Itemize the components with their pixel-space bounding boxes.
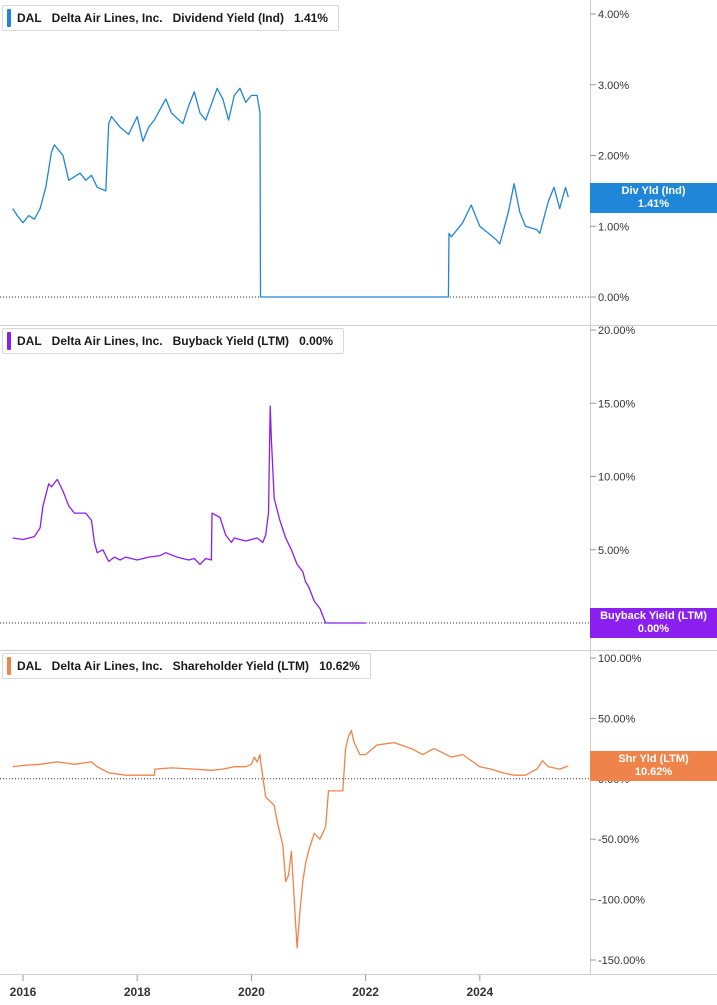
buyback-series-line [12,405,366,624]
x-tick-label: 2016 [10,985,37,999]
y-tick-label: -50.00% [598,834,639,846]
buyback-tag: Buyback Yield (LTM) 0.00% [590,608,717,638]
shareholder-company: Delta Air Lines, Inc. [51,659,163,673]
y-tick-label: 50.00% [598,713,636,725]
x-tick-label: 2020 [238,985,265,999]
shareholder-legend: DAL Delta Air Lines, Inc. Shareholder Yi… [2,653,371,679]
buyback-ticker: DAL [17,334,42,348]
y-tick-label: 3.00% [598,80,629,92]
y-tick-label: 5.00% [598,545,629,557]
y-tick-label: 15.00% [598,398,636,410]
shareholder-ticker: DAL [17,659,42,673]
buyback-legend: DAL Delta Air Lines, Inc. Buyback Yield … [2,328,345,354]
y-tick-label: 20.00% [598,325,636,337]
shareholder-color-swatch [7,657,11,675]
dividend-tag: Div Yld (Ind) 1.41% [590,183,717,213]
buyback-value: 0.00% [299,334,334,348]
y-tick-label: -150.00% [598,955,645,967]
y-tick-label: 0.00% [598,292,629,304]
buyback-color-swatch [7,332,11,350]
buyback-metric: Buyback Yield (LTM) [172,334,290,348]
dividend-tag-value: 1.41% [637,198,670,210]
shareholder-tag-label: Shr Yld (LTM) [618,753,689,765]
y-tick-label: 100.00% [598,653,642,665]
buyback-tag-label: Buyback Yield (LTM) [600,610,707,622]
buyback-company: Delta Air Lines, Inc. [51,334,163,348]
dividend-legend: DAL Delta Air Lines, Inc. Dividend Yield… [2,5,339,31]
dividend-tag-label: Div Yld (Ind) [621,185,686,197]
buyback-tag-value: 0.00% [637,623,670,635]
dividend-company: Delta Air Lines, Inc. [51,11,163,25]
y-tick-label: 2.00% [598,151,629,163]
dividend-color-swatch [7,9,11,27]
dividend-ticker: DAL [17,11,42,25]
dividend-metric: Dividend Yield (Ind) [172,11,284,25]
x-tick-label: 2018 [124,985,151,999]
shareholder-value: 10.62% [319,659,360,673]
y-tick-label: 4.00% [598,9,629,21]
dividend-series-line [12,87,569,298]
shareholder-tag-value: 10.62% [634,766,673,778]
shareholder-tag: Shr Yld (LTM) 10.62% [590,751,717,781]
dividend-value: 1.41% [293,11,328,25]
x-tick-label: 2024 [466,985,493,999]
x-tick-label: 2022 [352,985,379,999]
y-tick-label: 1.00% [598,221,629,233]
shareholder-metric: Shareholder Yield (LTM) [172,659,310,673]
yield-chart: 4.00% 3.00% 2.00% 1.00% 0.00% 20.00% 15.00% 10.… [0,0,717,999]
shareholder-series-line [12,729,569,949]
y-tick-label: 10.00% [598,472,636,484]
y-tick-label: -100.00% [598,895,645,907]
